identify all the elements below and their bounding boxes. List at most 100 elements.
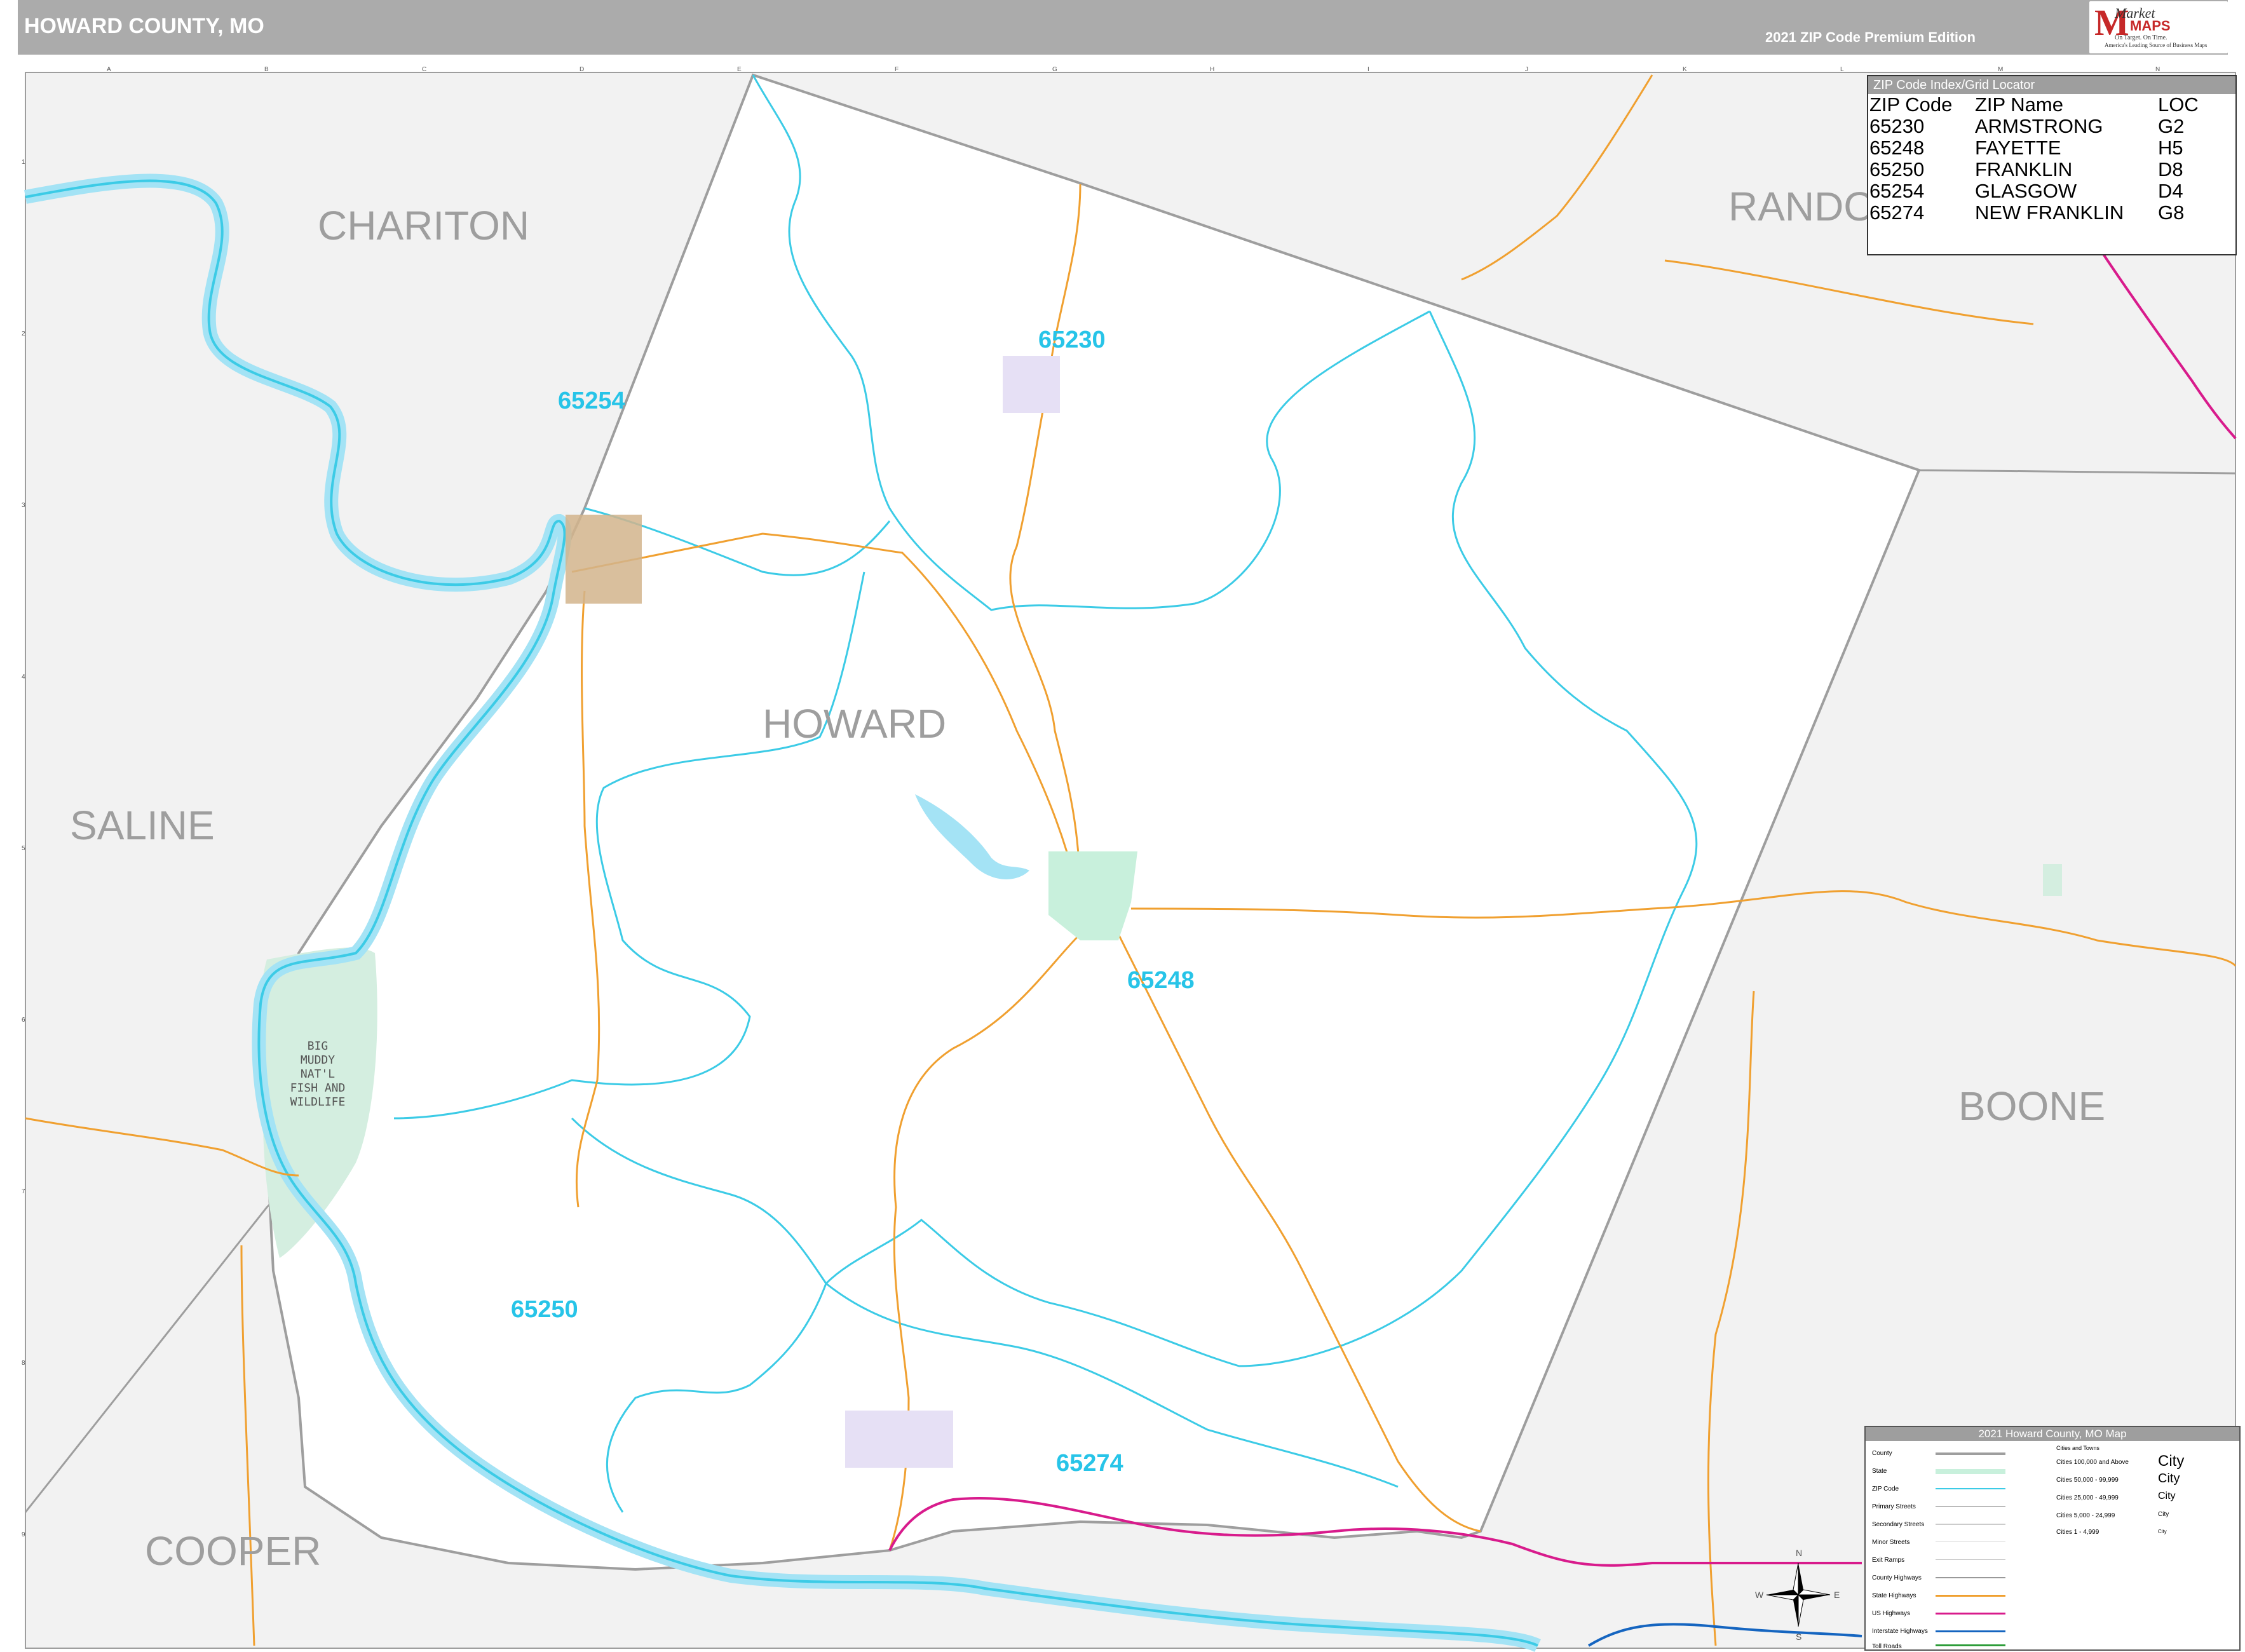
zip-code-cell: 65248: [1869, 137, 1925, 159]
county-label-cooper: COOPER: [145, 1528, 322, 1574]
zip-label-65254: 65254: [558, 388, 625, 414]
zip-code-cell: 65254: [1869, 180, 1925, 202]
grid-col-m: M: [1998, 66, 2004, 73]
legend-secondary-line: [1936, 1524, 2005, 1525]
armstrong-city-area: [1003, 356, 1060, 413]
grid-row-7: 7: [22, 1188, 25, 1195]
zip-name-cell: FAYETTE: [1975, 137, 2061, 159]
table-row: 65248 FAYETTE H5: [1869, 137, 2204, 159]
grid-col-i: I: [1367, 66, 1369, 73]
grid-row-8: 8: [22, 1360, 25, 1367]
new-franklin-city-area: [845, 1411, 953, 1468]
table-row: 65254 GLASGOW D4: [1869, 180, 2204, 202]
county-label-boone: BOONE: [1958, 1083, 2106, 1129]
zip-label-65230: 65230: [1038, 327, 1106, 353]
compass-s: S: [1796, 1632, 1802, 1642]
legend-toll: Toll Roads: [1872, 1643, 1902, 1650]
zip-code-cell: 65274: [1869, 201, 1925, 224]
compass-n: N: [1796, 1548, 1803, 1558]
legend-zip-line: [1936, 1488, 2005, 1489]
legend-toll-line: [1936, 1644, 2005, 1646]
legend-county-line: [1936, 1452, 2005, 1455]
zip-loc-cell: H5: [2158, 137, 2183, 159]
grid-row-2: 2: [22, 330, 25, 337]
legend-us-hwy: US Highways: [1872, 1610, 1911, 1617]
legend-city-class-4: Cities 5,000 - 24,999: [2056, 1512, 2115, 1519]
grid-col-k: K: [1683, 66, 1687, 73]
zip-index-header-row: ZIP Code ZIP Name LOC: [1869, 94, 2204, 116]
legend-ramps-line: [1936, 1559, 2005, 1560]
zip-loc-cell: G2: [2158, 115, 2185, 137]
county-label-howard: HOWARD: [763, 701, 947, 747]
grid-col-h: H: [1210, 66, 1215, 73]
zip-loc-cell: G8: [2158, 201, 2185, 224]
legend-interstate-line: [1936, 1630, 2005, 1632]
legend-state-hwy: State Highways: [1872, 1592, 1916, 1599]
legend-county: County: [1872, 1450, 1892, 1457]
legend-city-class-2: Cities 50,000 - 99,999: [2056, 1477, 2119, 1484]
zip-name-cell: NEW FRANKLIN: [1975, 201, 2124, 224]
grid-col-n: N: [2155, 66, 2160, 73]
map-legend: 2021 Howard County, MO Map Cities and To…: [1864, 1426, 2241, 1651]
grid-col-f: F: [895, 66, 899, 73]
grid-col-a: A: [107, 66, 111, 73]
grid-col-j: J: [1525, 66, 1528, 73]
legend-minor: Minor Streets: [1872, 1539, 1910, 1546]
zip-index-header-loc: LOC: [2158, 93, 2199, 116]
zip-code-index: ZIP Code Index/Grid Locator ZIP Code ZIP…: [1867, 75, 2237, 255]
legend-cities-head: Cities and Towns: [2056, 1445, 2099, 1451]
table-row: 65230 ARMSTRONG G2: [1869, 116, 2204, 137]
zip-name-cell: GLASGOW: [1975, 180, 2077, 202]
table-row: 65274 NEW FRANKLIN G8: [1869, 202, 2204, 224]
zip-index-header-code: ZIP Code: [1869, 93, 1953, 116]
zip-loc-cell: D4: [2158, 180, 2183, 202]
legend-secondary: Secondary Streets: [1872, 1521, 1925, 1528]
compass-w: W: [1755, 1590, 1764, 1600]
legend-state-hwy-line: [1936, 1595, 2005, 1597]
legend-state-line: [1936, 1469, 2005, 1474]
legend-city-sample-1: City: [2158, 1452, 2185, 1470]
legend-zip: ZIP Code: [1872, 1486, 1899, 1493]
county-label-saline: SALINE: [70, 802, 215, 848]
zip-label-65248: 65248: [1127, 967, 1195, 994]
grid-col-b: B: [264, 66, 269, 73]
zip-loc-cell: D8: [2158, 158, 2183, 180]
grid-row-1: 1: [22, 159, 25, 166]
grid-col-l: L: [1840, 66, 1844, 73]
county-label-chariton: CHARITON: [318, 203, 530, 248]
legend-interstate: Interstate Highways: [1872, 1628, 1928, 1635]
zip-label-65250: 65250: [511, 1296, 578, 1323]
grid-row-3: 3: [22, 502, 25, 509]
legend-city-sample-3: City: [2158, 1491, 2176, 1501]
grid-col-c: C: [422, 66, 427, 73]
legend-county-hwy: County Highways: [1872, 1574, 1922, 1581]
legend-county-hwy-line: [1936, 1577, 2005, 1578]
grid-col-g: G: [1052, 66, 1057, 73]
legend-city-class-5: Cities 1 - 4,999: [2056, 1529, 2099, 1536]
compass-e: E: [1834, 1590, 1840, 1600]
legend-city-sample-5: City: [2158, 1529, 2167, 1534]
legend-us-hwy-line: [1936, 1613, 2005, 1615]
table-row: 65250 FRANKLIN D8: [1869, 159, 2204, 180]
grid-row-5: 5: [22, 845, 25, 852]
grid-col-e: E: [737, 66, 742, 73]
legend-city-class-1: Cities 100,000 and Above: [2056, 1459, 2129, 1466]
glasgow-city-area: [566, 515, 642, 604]
grid-col-d: D: [580, 66, 585, 73]
zip-code-cell: 65230: [1869, 115, 1925, 137]
legend-ramps: Exit Ramps: [1872, 1557, 1905, 1564]
zip-label-65274: 65274: [1056, 1450, 1123, 1477]
wildlife-area-label: BIG MUDDY NAT'L FISH AND WILDLIFE: [290, 1039, 346, 1109]
legend-city-sample-2: City: [2158, 1472, 2180, 1486]
legend-primary: Primary Streets: [1872, 1503, 1916, 1510]
legend-city-sample-4: City: [2158, 1511, 2169, 1518]
legend-city-class-3: Cities 25,000 - 49,999: [2056, 1494, 2119, 1501]
grid-row-6: 6: [22, 1017, 25, 1024]
grid-row-9: 9: [22, 1531, 25, 1538]
zip-name-cell: FRANKLIN: [1975, 158, 2073, 180]
zip-index-table: ZIP Code ZIP Name LOC 65230 ARMSTRONG G2…: [1869, 94, 2204, 224]
legend-minor-line: [1936, 1541, 2005, 1542]
grid-row-4: 4: [22, 674, 25, 680]
zip-name-cell: ARMSTRONG: [1975, 115, 2103, 137]
legend-title: 2021 Howard County, MO Map: [1866, 1427, 2239, 1441]
